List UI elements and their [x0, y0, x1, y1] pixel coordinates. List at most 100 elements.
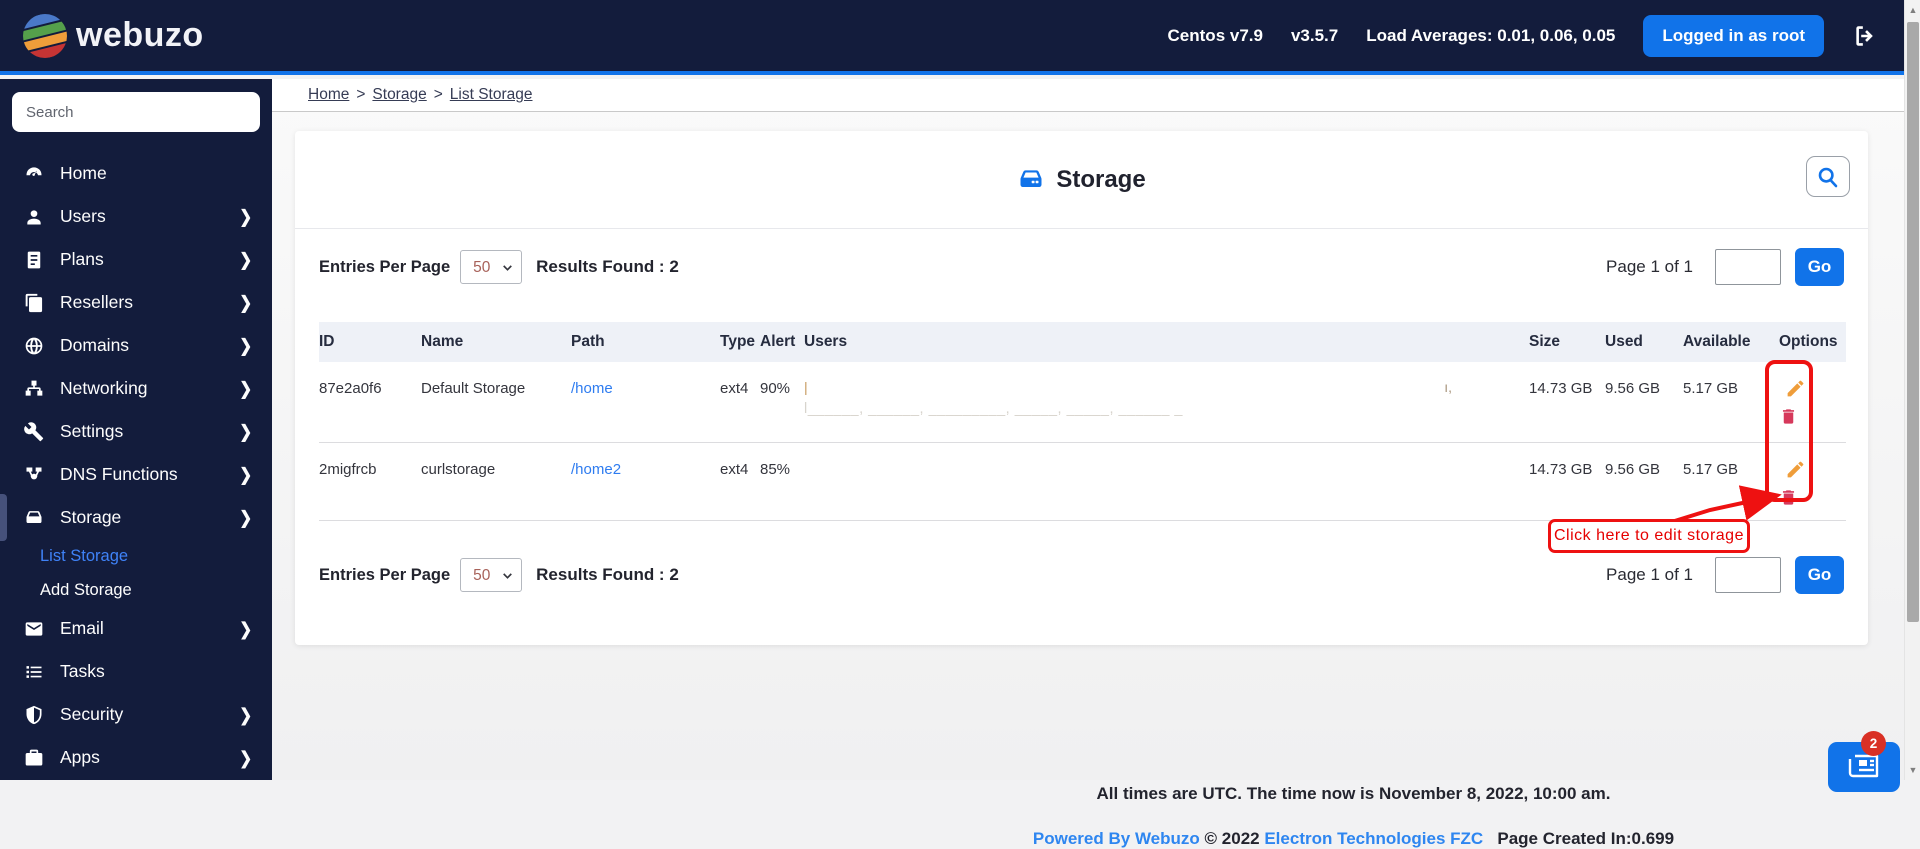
chevron-right-icon: ❯	[239, 619, 252, 639]
sidebar-item-apps[interactable]: Apps ❯	[0, 736, 272, 779]
sidebar-item-networking[interactable]: Networking ❯	[0, 367, 272, 410]
os-version-label: Centos v7.9	[1167, 25, 1263, 45]
pencil-icon	[1785, 378, 1806, 402]
delete-storage-button[interactable]	[1779, 406, 1798, 430]
table-row: 87e2a0f6 Default Storage/home ext4 90% | ı, l_…	[319, 362, 1846, 443]
column-header-type: Type	[720, 322, 760, 362]
sidebar-subitem-list-storage[interactable]: List Storage	[0, 539, 272, 573]
tasks-icon	[23, 661, 45, 683]
sidebar-item-resellers[interactable]: Resellers ❯	[0, 281, 272, 324]
trash-icon	[1779, 487, 1798, 511]
scrollbar-thumb[interactable]	[1907, 22, 1919, 622]
storage-card: Storage Entries Per Page 50 Results Foun…	[295, 131, 1868, 645]
entries-per-page-select[interactable]: 50	[460, 250, 523, 284]
edit-storage-button[interactable]	[1785, 459, 1806, 483]
shield-icon	[23, 704, 45, 726]
notification-badge: 2	[1861, 731, 1886, 756]
user-icon	[23, 206, 45, 228]
page-title: Storage	[1056, 165, 1146, 193]
main-content: Home > Storage > List Storage Storage En…	[272, 79, 1920, 848]
load-averages-label: Load Averages: 0.01, 0.06, 0.05	[1366, 25, 1616, 45]
sidebar-item-label: Plans	[60, 249, 104, 269]
panel-version-label: v3.5.7	[1290, 25, 1339, 45]
topbar: webuzo Centos v7.9 v3.5.7 Load Averages:…	[0, 0, 1920, 75]
chevron-right-icon: ❯	[239, 705, 252, 725]
sidebar-item-home[interactable]: Home	[0, 152, 272, 195]
search-icon	[1816, 165, 1840, 189]
page-number-input[interactable]	[1715, 249, 1781, 285]
column-header-used: Used	[1605, 322, 1683, 362]
breadcrumb-link-home[interactable]: Home	[308, 86, 349, 104]
results-found-label: Results Found : 2	[536, 257, 679, 276]
sidebar-item-plans[interactable]: Plans ❯	[0, 238, 272, 281]
breadcrumb-separator: >	[433, 86, 443, 103]
sidebar-item-security[interactable]: Security ❯	[0, 693, 272, 736]
column-header-options: Options	[1779, 322, 1846, 362]
powered-by-webuzo-link[interactable]: Powered By Webuzo	[1033, 829, 1200, 848]
wrench-icon	[23, 421, 45, 443]
cell-id: 2migfrcb	[319, 442, 421, 521]
path-link[interactable]: /home	[571, 380, 613, 397]
chevron-right-icon: ❯	[239, 250, 252, 270]
edit-storage-button[interactable]	[1785, 378, 1806, 402]
cell-used: 9.56 GB	[1605, 442, 1683, 521]
sidebar-item-users[interactable]: Users ❯	[0, 195, 272, 238]
sidebar-search-input[interactable]	[12, 92, 260, 132]
sidebar-item-label: Resellers	[60, 292, 133, 312]
sidebar-item-tasks[interactable]: Tasks	[0, 650, 272, 693]
storage-drive-icon	[1017, 166, 1045, 194]
cell-available: 5.17 GB	[1683, 362, 1779, 443]
breadcrumb-link-list-storage[interactable]: List Storage	[450, 86, 533, 104]
chevron-right-icon: ❯	[239, 508, 252, 528]
cell-used: 9.56 GB	[1605, 362, 1683, 443]
results-found-label-bottom: Results Found : 2	[536, 565, 679, 584]
logged-in-as-root-button[interactable]: Logged in as root	[1643, 14, 1824, 57]
chevron-right-icon: ❯	[239, 748, 252, 768]
page-scrollbar[interactable]: ▲ ▼	[1904, 0, 1920, 780]
sidebar-item-settings[interactable]: Settings ❯	[0, 410, 272, 453]
breadcrumb-link-storage[interactable]: Storage	[372, 86, 426, 104]
sidebar-item-label: Networking	[60, 378, 148, 398]
chevron-right-icon: ❯	[239, 465, 252, 485]
electron-technologies-link[interactable]: Electron Technologies FZC	[1264, 829, 1483, 848]
cell-users: | ı, l______, ______, _________, _____, __…	[804, 362, 1529, 443]
resellers-icon	[23, 292, 45, 314]
cell-type: ext4	[720, 442, 760, 521]
globe-icon	[23, 335, 45, 357]
cell-available: 5.17 GB	[1683, 442, 1779, 521]
copyright-label: © 2022	[1204, 829, 1260, 848]
entries-per-page-label: Entries Per Page	[319, 257, 451, 276]
table-search-button[interactable]	[1806, 156, 1850, 197]
sidebar-item-label: Security	[60, 704, 124, 724]
sidebar-item-email[interactable]: Email ❯	[0, 607, 272, 650]
go-button[interactable]: Go	[1795, 248, 1844, 286]
storage-icon	[23, 507, 45, 529]
sidebar-item-label: Settings	[60, 421, 124, 441]
table-row: 2migfrcb curlstorage/home2 ext4 85% 14.73 GB…	[319, 442, 1846, 521]
dns-icon	[23, 464, 45, 486]
cell-id: 87e2a0f6	[319, 362, 421, 443]
scrollbar-down-arrow-icon[interactable]: ▼	[1905, 762, 1920, 778]
sidebar-item-label: DNS Functions	[60, 464, 178, 484]
chevron-right-icon: ❯	[239, 293, 252, 313]
column-header-path: Path	[571, 322, 720, 362]
sidebar-item-storage[interactable]: Storage ❯	[0, 494, 272, 541]
column-header-size: Size	[1529, 322, 1605, 362]
cell-alert: 90%	[760, 362, 804, 443]
sidebar-item-domains[interactable]: Domains ❯	[0, 324, 272, 367]
column-header-id: ID	[319, 322, 421, 362]
column-header-name: Name	[421, 322, 571, 362]
scrollbar-up-arrow-icon[interactable]: ▲	[1905, 2, 1920, 18]
go-button-bottom[interactable]: Go	[1795, 556, 1844, 594]
logout-icon[interactable]	[1852, 22, 1880, 50]
chevron-right-icon: ❯	[239, 336, 252, 356]
cell-name: curlstorage	[421, 442, 571, 521]
delete-storage-button[interactable]	[1779, 487, 1798, 511]
page-number-input-bottom[interactable]	[1715, 557, 1781, 593]
sidebar-subitem-add-storage[interactable]: Add Storage	[0, 573, 272, 607]
sidebar-item-dns-functions[interactable]: DNS Functions ❯	[0, 453, 272, 496]
sidebar-item-label: Email	[60, 618, 104, 638]
path-link[interactable]: /home2	[571, 461, 621, 478]
sidebar-menu: Home Users ❯ Plans ❯ Resellers ❯ Domains ❯ Networ…	[0, 138, 272, 779]
entries-per-page-select-bottom[interactable]: 50	[460, 558, 523, 592]
